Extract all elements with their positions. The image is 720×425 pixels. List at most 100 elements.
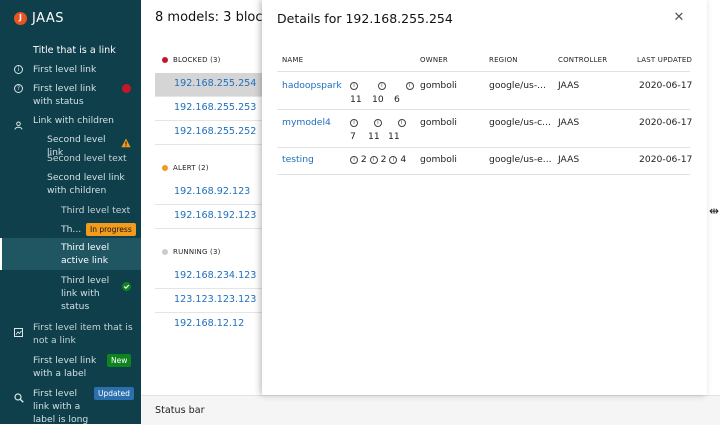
model-link[interactable]: 192.168.255.254 xyxy=(174,78,256,89)
region-cell: google/us-... xyxy=(489,80,546,91)
info-icon: i xyxy=(373,118,382,127)
close-icon[interactable]: ✕ xyxy=(673,11,685,24)
sidebar-item-third-level-text: Third level text xyxy=(61,205,131,216)
group-label-running: RUNNING (3) xyxy=(162,248,221,256)
table-row[interactable]: 192.168.255.254 xyxy=(155,73,265,97)
model-link[interactable]: 192.168.92.123 xyxy=(174,186,250,197)
jaas-logo-icon: J xyxy=(14,11,27,25)
controller-cell: JAAS xyxy=(558,117,580,128)
column-header-last-updated[interactable]: LAST UPDATED xyxy=(637,56,692,64)
model-link[interactable]: 192.168.192.123 xyxy=(174,210,256,221)
sidebar-item-third-level-active-link[interactable]: Third level active link xyxy=(61,241,139,267)
sidebar-item-link-with-label[interactable]: First level link with a label xyxy=(33,354,105,380)
user-icon xyxy=(14,115,23,130)
info-icon: i xyxy=(377,81,386,90)
status-counts: i i i xyxy=(350,80,414,91)
table-row[interactable]: 192.168.192.123 xyxy=(155,205,265,229)
info-icon: i xyxy=(350,81,358,90)
sidebar-item-second-level-text: Second level text xyxy=(47,153,127,164)
status-count-2: 11 xyxy=(368,131,380,142)
alert-status-dot xyxy=(162,165,168,171)
model-link[interactable]: 123.123.123.123 xyxy=(174,294,256,305)
group-label-blocked: BLOCKED (3) xyxy=(162,56,221,64)
model-link[interactable]: 192.168.12.12 xyxy=(174,318,244,329)
error-status-icon xyxy=(122,84,131,93)
search-icon xyxy=(14,388,24,403)
blocked-status-dot xyxy=(162,57,168,63)
table-row[interactable]: 123.123.123.123 xyxy=(155,289,265,313)
status-count-3: 4 xyxy=(400,154,407,165)
brand-name: JAAS xyxy=(32,10,65,26)
table-row[interactable]: 192.168.12.12 xyxy=(155,313,265,336)
column-header-region[interactable]: REGION xyxy=(489,56,518,64)
status-bar: Status bar xyxy=(141,395,720,425)
sidebar-item-third-level-link-with-status[interactable]: Third level link with status xyxy=(61,274,117,313)
details-panel: Details for 192.168.255.254 ✕ NAME OWNER… xyxy=(262,0,707,395)
status-counts: i i i xyxy=(350,117,406,128)
sidebar-item-first-level-link-with-status[interactable]: First level link with status xyxy=(33,82,115,108)
model-link[interactable]: 192.168.234.123 xyxy=(174,270,256,281)
row-divider xyxy=(277,109,690,110)
owner-cell: gomboli xyxy=(420,154,457,165)
model-name-link[interactable]: hadoopspark xyxy=(282,80,342,91)
status-count-1: 7 xyxy=(350,131,356,142)
info-icon: i xyxy=(350,118,358,127)
status-bar-text: Status bar xyxy=(155,405,205,416)
brand[interactable]: J JAAS xyxy=(14,8,64,28)
model-link[interactable]: 192.168.255.253 xyxy=(174,102,256,113)
info-icon: i xyxy=(397,118,406,127)
success-status-icon xyxy=(122,276,131,291)
table-row[interactable]: 192.168.92.123 xyxy=(155,181,265,205)
sidebar-item-third-level-truncated[interactable]: Th... xyxy=(61,223,81,236)
table-row[interactable]: 192.168.234.123 xyxy=(155,265,265,289)
row-divider xyxy=(277,174,690,175)
in-progress-badge: In progress xyxy=(86,223,136,236)
controller-cell: JAAS xyxy=(558,154,580,165)
running-status-dot xyxy=(162,249,168,255)
header-divider xyxy=(277,71,690,72)
status-count-1: 11 xyxy=(350,94,362,105)
region-cell: google/us-c... xyxy=(489,117,551,128)
status-count-1: 2 xyxy=(360,154,367,165)
sidebar-item-link-with-long-label[interactable]: First level link with a label is long xyxy=(33,387,91,424)
status-count-3: 11 xyxy=(388,131,400,142)
sidebar-item-second-level-link-with-children[interactable]: Second level link with children xyxy=(47,171,129,197)
chart-icon xyxy=(14,322,23,337)
info-icon: i xyxy=(369,155,378,164)
new-badge: New xyxy=(107,354,132,367)
updated-cell: 2020-06-17 xyxy=(639,154,693,165)
table-row[interactable]: 192.168.255.252 xyxy=(155,121,265,145)
info-icon: i xyxy=(405,81,414,90)
model-name-link[interactable]: testing xyxy=(282,154,314,165)
model-name-link[interactable]: mymodel4 xyxy=(282,117,331,128)
column-header-controller[interactable]: CONTROLLER xyxy=(558,56,607,64)
updated-cell: 2020-06-17 xyxy=(639,117,693,128)
owner-cell: gomboli xyxy=(420,80,457,91)
column-header-owner[interactable]: OWNER xyxy=(420,56,448,64)
panel-title: Details for 192.168.255.254 xyxy=(277,11,453,26)
sidebar-item-first-level-link[interactable]: First level link xyxy=(33,63,133,76)
row-divider xyxy=(277,147,690,148)
model-link[interactable]: 192.168.255.252 xyxy=(174,126,256,137)
info-icon: i xyxy=(350,155,358,164)
info-icon: i xyxy=(14,65,23,74)
sidebar: J JAAS Title that is a link i First leve… xyxy=(0,0,141,424)
status-counts: i 2 i 2 i 4 xyxy=(350,154,406,165)
updated-cell: 2020-06-17 xyxy=(639,80,693,91)
info-icon: i xyxy=(389,155,398,164)
sidebar-item-not-a-link: First level item that is not a link xyxy=(33,322,133,346)
group-label-alert: ALERT (2) xyxy=(162,164,209,172)
sidebar-item-link-with-children[interactable]: Link with children xyxy=(33,114,133,127)
owner-cell: gomboli xyxy=(420,117,457,128)
updated-badge: Updated xyxy=(94,387,134,400)
resize-handle-icon[interactable]: ⇹ xyxy=(709,203,719,219)
status-count-2: 10 xyxy=(372,94,384,105)
region-cell: google/us-e... xyxy=(489,154,552,165)
column-header-name[interactable]: NAME xyxy=(282,56,303,64)
status-count-3: 6 xyxy=(394,94,400,105)
sidebar-title-link[interactable]: Title that is a link xyxy=(33,44,116,57)
controller-cell: JAAS xyxy=(558,80,580,91)
warning-icon xyxy=(121,133,131,148)
table-row[interactable]: 192.168.255.253 xyxy=(155,97,265,121)
info-icon: ? xyxy=(14,84,23,93)
